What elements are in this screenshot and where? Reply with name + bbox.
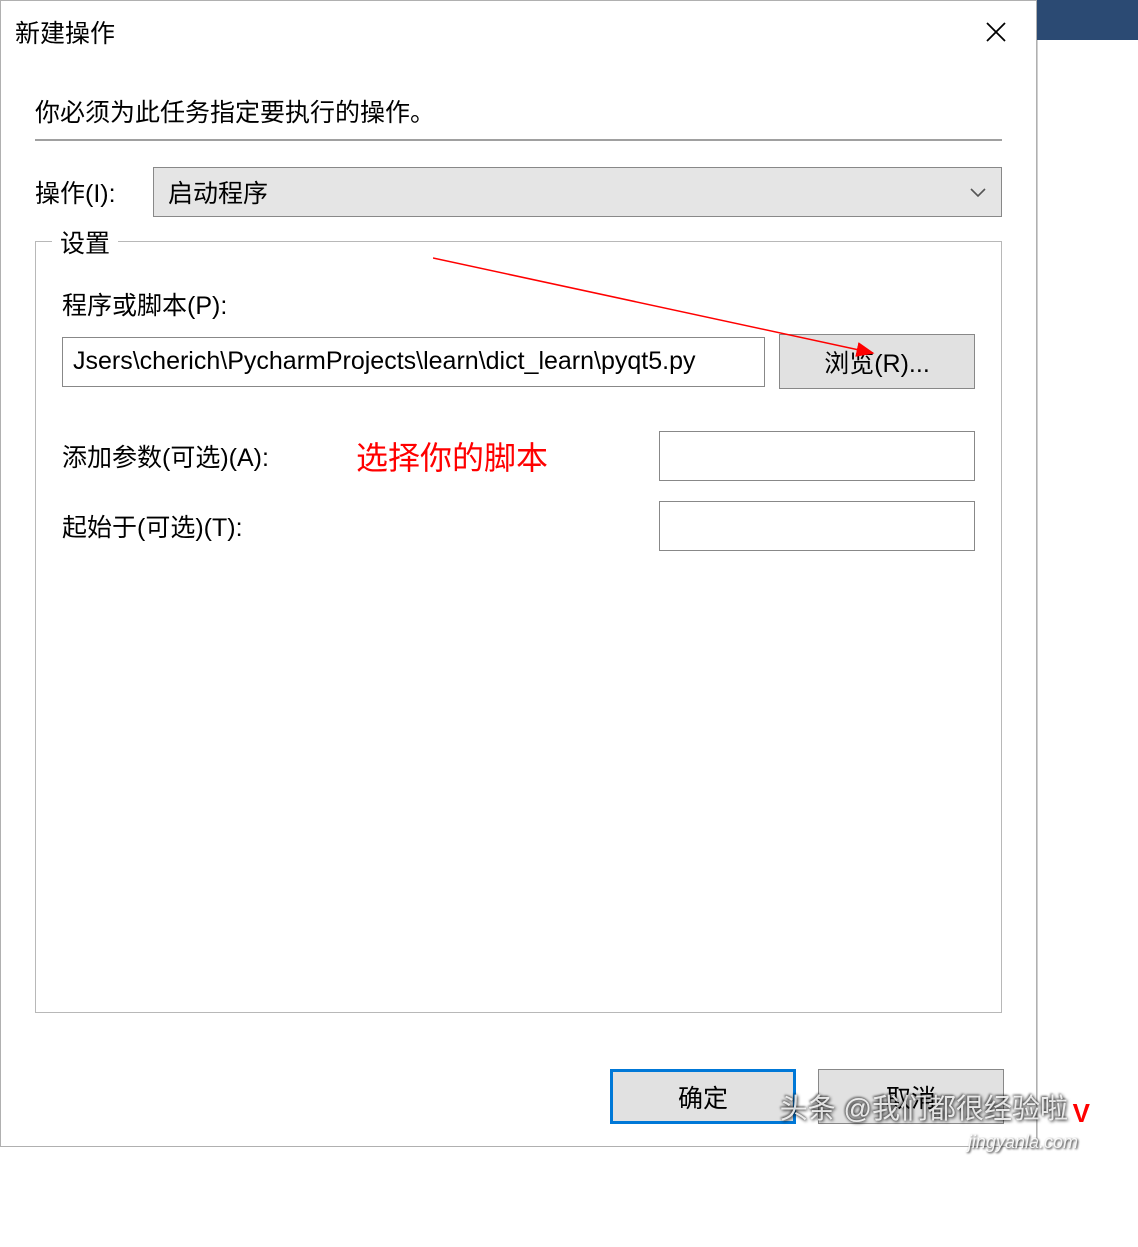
close-icon bbox=[984, 20, 1008, 44]
chevron-down-icon bbox=[969, 187, 987, 198]
args-label: 添加参数(可选)(A): bbox=[62, 438, 342, 474]
divider bbox=[35, 139, 1002, 141]
action-select[interactable]: 启动程序 bbox=[153, 167, 1002, 217]
browse-button[interactable]: 浏览(R)... bbox=[779, 334, 975, 389]
titlebar: 新建操作 bbox=[1, 1, 1036, 63]
action-row: 操作(I): 启动程序 bbox=[35, 167, 1002, 217]
settings-legend: 设置 bbox=[52, 224, 118, 260]
annotation-text: 选择你的脚本 bbox=[356, 433, 548, 479]
dialog-footer: 确定 取消 bbox=[610, 1069, 1004, 1124]
window-title: 新建操作 bbox=[15, 14, 115, 50]
instruction-text: 你必须为此任务指定要执行的操作。 bbox=[35, 93, 1002, 129]
action-select-value: 启动程序 bbox=[168, 174, 268, 210]
side-strip-top bbox=[1037, 0, 1138, 40]
action-label: 操作(I): bbox=[35, 174, 153, 210]
script-label: 程序或脚本(P): bbox=[62, 286, 975, 322]
ok-button[interactable]: 确定 bbox=[610, 1069, 796, 1124]
dialog-window: 新建操作 你必须为此任务指定要执行的操作。 操作(I): 启动程序 设置 程序或… bbox=[0, 0, 1037, 1147]
close-button[interactable] bbox=[956, 1, 1036, 63]
cancel-button[interactable]: 取消 bbox=[818, 1069, 1004, 1124]
side-strip-line bbox=[1037, 40, 1038, 1187]
side-strip bbox=[1037, 0, 1138, 1147]
script-row: 浏览(R)... bbox=[62, 334, 975, 389]
startin-row: 起始于(可选)(T): bbox=[62, 501, 975, 551]
args-input[interactable] bbox=[659, 431, 975, 481]
bottom-strip bbox=[0, 1147, 1138, 1247]
script-input[interactable] bbox=[62, 337, 765, 387]
startin-label: 起始于(可选)(T): bbox=[62, 508, 342, 544]
args-row: 添加参数(可选)(A): 选择你的脚本 bbox=[62, 431, 975, 481]
startin-input[interactable] bbox=[659, 501, 975, 551]
dialog-content: 你必须为此任务指定要执行的操作。 操作(I): 启动程序 设置 程序或脚本(P)… bbox=[1, 63, 1036, 1013]
settings-fieldset: 设置 程序或脚本(P): 浏览(R)... 添加参数(可选)(A): 选择你的脚… bbox=[35, 241, 1002, 1013]
